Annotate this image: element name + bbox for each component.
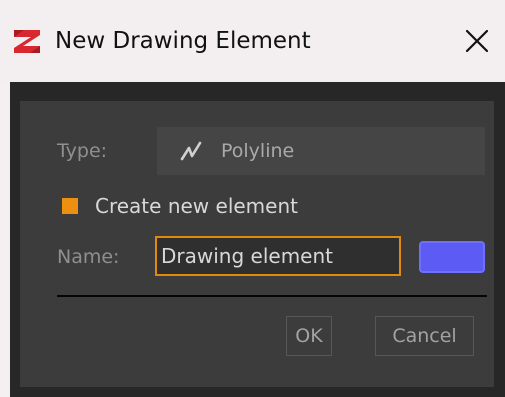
divider <box>57 295 487 297</box>
close-icon <box>465 29 489 53</box>
type-label: Type: <box>57 140 108 162</box>
element-color-swatch[interactable] <box>419 241 485 273</box>
close-button[interactable] <box>460 24 494 58</box>
dialog-title: New Drawing Element <box>55 28 311 54</box>
dialog-body: Type: Polyline Create new element Name: … <box>10 82 505 397</box>
type-field: Polyline <box>157 127 485 175</box>
polyline-icon <box>179 139 203 163</box>
cancel-button[interactable]: Cancel <box>375 316 474 356</box>
name-label: Name: <box>57 246 120 268</box>
name-input[interactable]: Drawing element <box>155 236 401 276</box>
app-logo-icon <box>10 24 44 58</box>
dialog-panel: Type: Polyline Create new element Name: … <box>20 101 494 387</box>
new-drawing-element-dialog: New Drawing Element Type: Polyline Creat… <box>0 0 505 397</box>
ok-button[interactable]: OK <box>286 316 332 356</box>
type-value: Polyline <box>221 140 295 162</box>
create-new-element-label[interactable]: Create new element <box>95 194 298 218</box>
title-bar: New Drawing Element <box>0 0 505 82</box>
create-new-element-checkbox[interactable] <box>62 198 78 214</box>
